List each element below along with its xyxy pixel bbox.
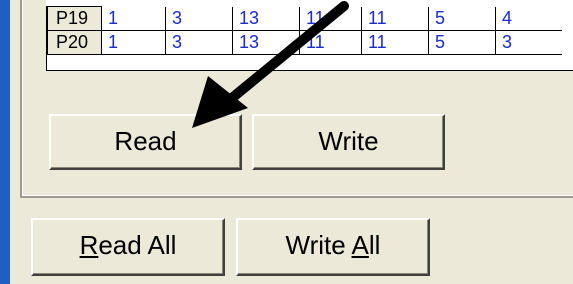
read-all-button[interactable]: Read All bbox=[31, 218, 225, 276]
grid-cell[interactable]: 4 bbox=[495, 6, 562, 31]
grid-cell[interactable]: 5 bbox=[428, 30, 496, 55]
grid-cell[interactable]: 1 bbox=[101, 6, 166, 31]
grid-cell[interactable]: 11 bbox=[361, 30, 429, 55]
grid-cell[interactable]: 3 bbox=[165, 30, 233, 55]
grid-cell[interactable]: 13 bbox=[232, 30, 300, 55]
write-all-button[interactable]: Write All bbox=[236, 218, 430, 276]
read-button[interactable]: Read bbox=[49, 114, 242, 170]
grid-cell[interactable]: 1 bbox=[101, 30, 166, 55]
register-grid[interactable]: P19 1 3 13 11 11 5 4 P20 1 3 13 11 11 5 … bbox=[46, 6, 573, 71]
table-row[interactable]: P20 1 3 13 11 11 5 3 bbox=[47, 30, 562, 55]
write-all-mnemonic: A bbox=[351, 230, 369, 260]
grid-cell[interactable]: 11 bbox=[299, 30, 362, 55]
grid-cell[interactable]: 3 bbox=[165, 6, 233, 31]
grid-cell[interactable]: 13 bbox=[232, 6, 300, 31]
write-button[interactable]: Write bbox=[252, 114, 445, 170]
row-header: P20 bbox=[47, 30, 102, 55]
write-all-label-prefix: Write bbox=[285, 230, 352, 260]
table-row[interactable]: P19 1 3 13 11 11 5 4 bbox=[47, 6, 562, 31]
write-all-label-suffix: ll bbox=[368, 230, 381, 260]
grid-cell[interactable]: 3 bbox=[495, 30, 562, 55]
row-header: P19 bbox=[47, 6, 102, 31]
grid-cell[interactable]: 5 bbox=[428, 6, 496, 31]
read-all-label: ead All bbox=[98, 230, 177, 260]
grid-cell[interactable]: 11 bbox=[299, 6, 362, 31]
grid-cell[interactable]: 11 bbox=[361, 6, 429, 31]
read-all-mnemonic: R bbox=[79, 230, 99, 260]
